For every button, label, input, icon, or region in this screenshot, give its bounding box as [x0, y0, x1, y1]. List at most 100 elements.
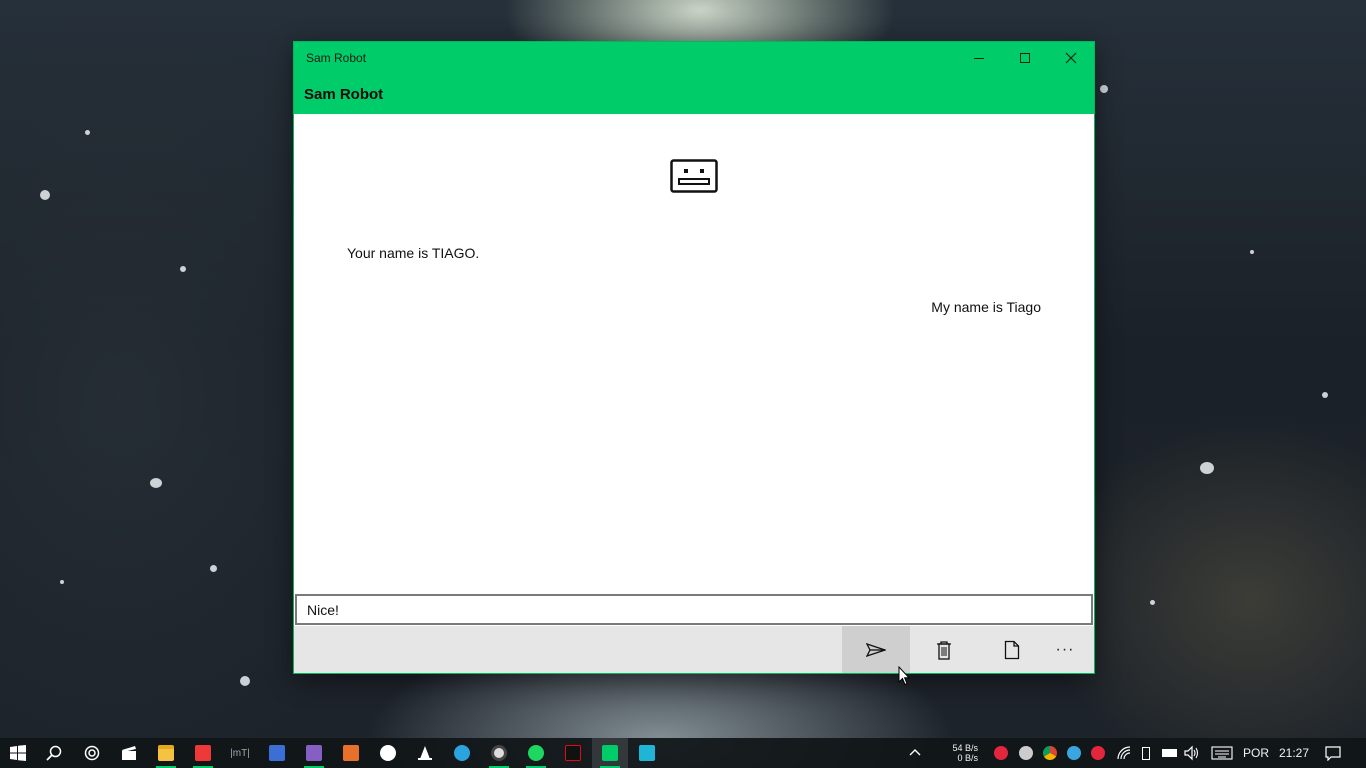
store-icon — [639, 745, 655, 761]
command-bar: ··· — [294, 626, 1094, 673]
taskbar-app-vlc[interactable] — [407, 738, 443, 768]
battery-icon — [1161, 749, 1177, 757]
touch-keyboard-button[interactable] — [1211, 745, 1233, 761]
search-button[interactable] — [36, 738, 72, 768]
snowflake — [40, 190, 50, 200]
cortana-icon — [84, 745, 100, 761]
taskbar-app-file-explorer[interactable] — [148, 738, 184, 768]
snowflake — [1250, 250, 1254, 254]
taskbar-app-spotify[interactable] — [518, 738, 554, 768]
app-circle-icon — [491, 745, 507, 761]
start-button[interactable] — [0, 738, 36, 768]
search-icon — [46, 745, 62, 761]
beats-icon — [1091, 746, 1105, 760]
snowflake — [150, 478, 162, 488]
taskbar-app-vivaldi[interactable] — [185, 738, 221, 768]
notification-icon — [1325, 746, 1341, 761]
net-down-speed: 0 B/s — [957, 753, 978, 763]
chevron-up-icon — [909, 749, 921, 756]
vivaldi-icon — [195, 745, 211, 761]
badge-app-icon — [1067, 746, 1081, 760]
taskbar-app-video-editor[interactable] — [111, 738, 147, 768]
snowflake — [1150, 600, 1155, 605]
send-icon — [866, 642, 886, 657]
app-window: Sam Robot Sam Robot Your name is TIAGO. … — [293, 41, 1095, 674]
usb-button[interactable] — [1138, 745, 1154, 761]
red-app-icon — [994, 746, 1008, 760]
message-input[interactable] — [295, 594, 1093, 625]
robot-face-icon — [670, 159, 718, 193]
cortana-button[interactable] — [74, 738, 110, 768]
taskbar-app-visual-studio[interactable] — [296, 738, 332, 768]
trash-icon — [937, 640, 951, 660]
xbox-icon — [380, 745, 396, 761]
volume-icon — [1184, 745, 1199, 761]
minimize-button[interactable] — [956, 42, 1002, 74]
action-center-button[interactable] — [1325, 745, 1341, 761]
bot-message: Your name is TIAGO. — [347, 245, 480, 261]
sam-robot-app-icon — [602, 745, 618, 761]
snowflake — [180, 266, 186, 272]
chrome-icon — [1043, 746, 1057, 760]
taskbar-app-sam-robot[interactable] — [592, 738, 628, 768]
document-icon — [1004, 640, 1020, 659]
snowflake — [85, 130, 90, 135]
tray-app-badge[interactable] — [1066, 745, 1082, 761]
window-title: Sam Robot — [306, 51, 367, 65]
folder-icon — [158, 745, 174, 761]
taskbar-app-blue[interactable] — [259, 738, 295, 768]
snowflake — [60, 580, 64, 584]
clock[interactable]: 21:27 — [1279, 746, 1309, 760]
snowflake — [1200, 462, 1214, 474]
taskbar-app-media-player[interactable] — [333, 738, 369, 768]
delete-button[interactable] — [910, 626, 978, 673]
minimize-icon — [974, 57, 984, 59]
clapperboard-icon — [122, 746, 136, 760]
close-button[interactable] — [1048, 42, 1094, 74]
taskbar-app-netflix[interactable] — [555, 738, 591, 768]
network-speed: 54 B/s 0 B/s — [942, 743, 978, 763]
net-up-speed: 54 B/s — [952, 743, 978, 753]
tray-circle-icon — [1019, 746, 1033, 760]
taskbar-app-xbox[interactable] — [370, 738, 406, 768]
chat-area: Your name is TIAGO. My name is Tiago — [294, 114, 1094, 594]
telegram-icon — [454, 745, 470, 761]
taskbar-app-mt[interactable]: |mT| — [222, 738, 258, 768]
spotify-icon — [528, 745, 544, 761]
volume-button[interactable] — [1184, 745, 1200, 761]
taskbar: |mT| 54 B/s 0 B/s POR 21:27 — [0, 738, 1366, 768]
title-bar[interactable]: Sam Robot — [294, 42, 1094, 74]
netflix-icon — [565, 745, 581, 761]
snowflake — [1100, 85, 1108, 93]
app-title: Sam Robot — [304, 86, 384, 103]
mt-app-icon: |mT| — [230, 747, 250, 759]
snowflake — [240, 676, 250, 686]
mouse-cursor-icon — [898, 666, 910, 686]
taskbar-app-telegram[interactable] — [444, 738, 480, 768]
show-hidden-icons-button[interactable] — [907, 745, 923, 761]
vlc-cone-icon — [418, 746, 432, 760]
tray-app-beats[interactable] — [1090, 745, 1106, 761]
tray-app-red[interactable] — [993, 745, 1009, 761]
wifi-icon — [1117, 746, 1131, 760]
maximize-button[interactable] — [1002, 42, 1048, 74]
visual-studio-icon — [306, 745, 322, 761]
keyboard-icon — [1211, 746, 1233, 760]
maximize-icon — [1020, 53, 1030, 63]
battery-button[interactable] — [1161, 745, 1177, 761]
windows-logo-icon — [10, 745, 26, 761]
blue-app-icon — [269, 745, 285, 761]
snowflake — [1322, 392, 1328, 398]
usb-icon — [1142, 746, 1150, 760]
close-icon — [1065, 52, 1077, 64]
user-message: My name is Tiago — [931, 299, 1041, 315]
tray-app-chrome[interactable] — [1042, 745, 1058, 761]
media-player-icon — [343, 745, 359, 761]
wifi-button[interactable] — [1116, 745, 1132, 761]
more-button[interactable]: ··· — [1036, 626, 1094, 673]
taskbar-app-dark-circle[interactable] — [481, 738, 517, 768]
input-language[interactable]: POR — [1243, 746, 1269, 760]
taskbar-app-store[interactable] — [629, 738, 665, 768]
tray-app-steam[interactable] — [1018, 745, 1034, 761]
snowflake — [210, 565, 217, 572]
